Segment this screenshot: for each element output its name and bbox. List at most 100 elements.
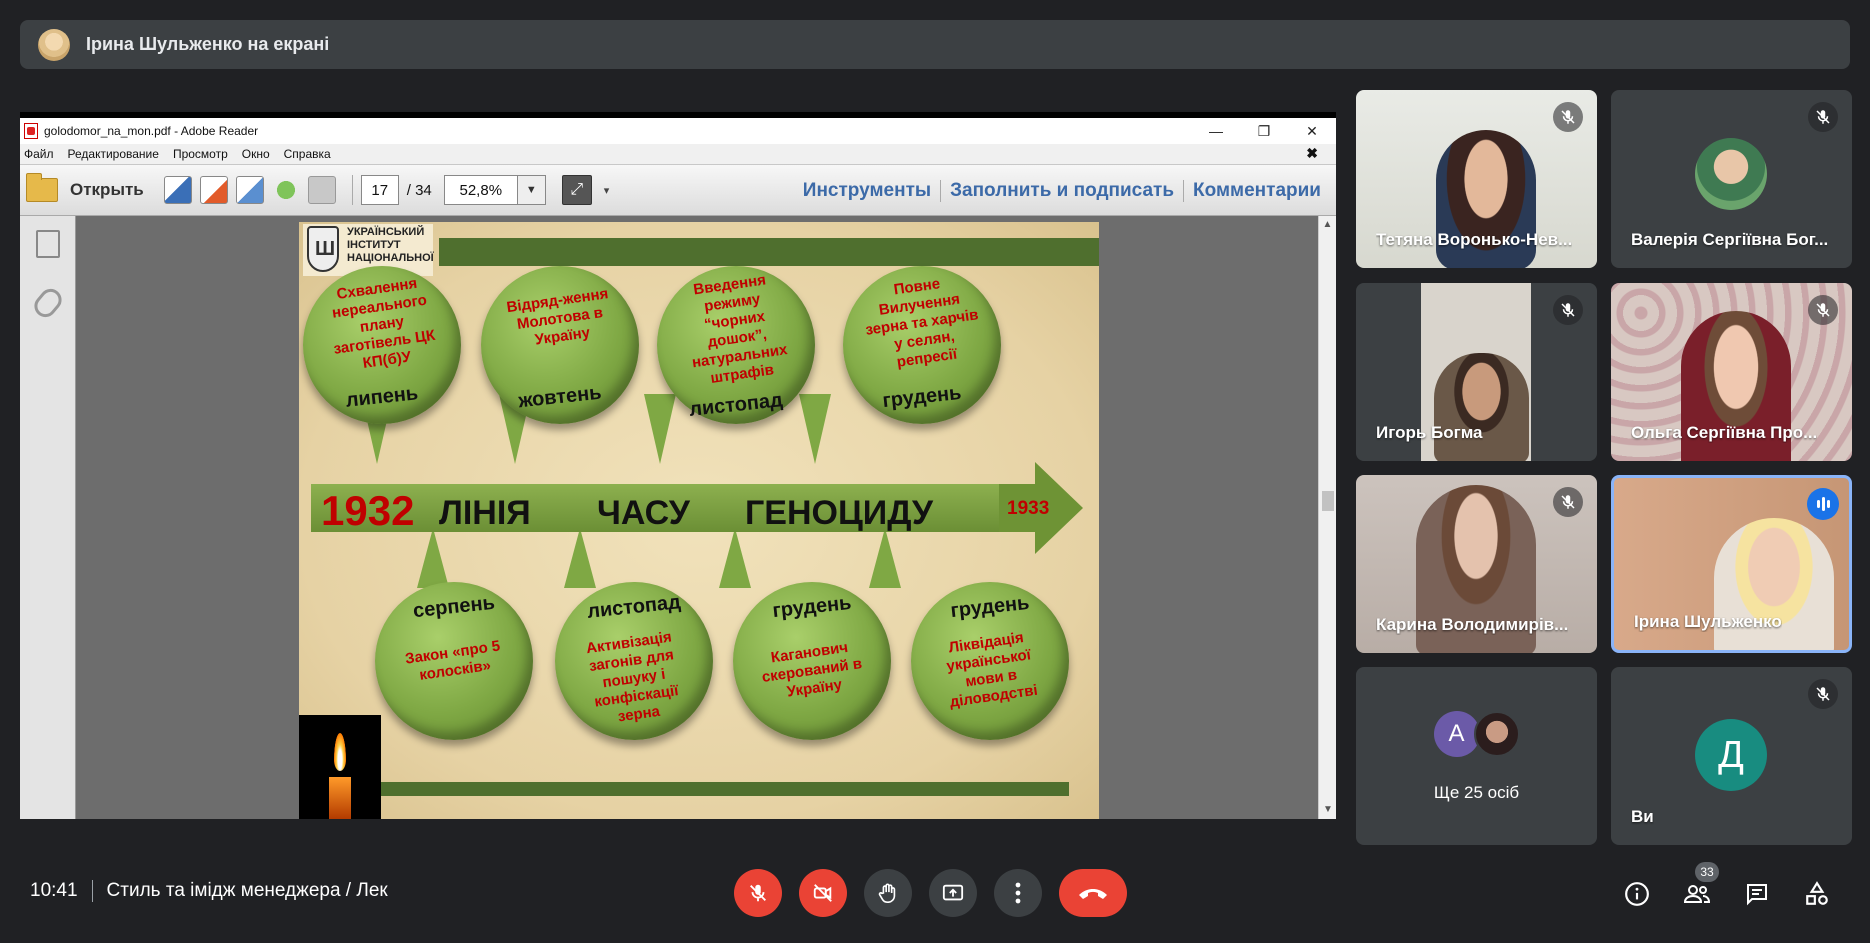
event-text: Активізація загонів для пошуку і конфіск… [585,628,680,726]
open-label: Открыть [70,180,144,199]
toolbar-more-icon[interactable]: ▾ [604,184,610,197]
participant-name: Ви [1631,807,1654,826]
scroll-thumb[interactable] [1322,491,1334,511]
open-button[interactable]: Открыть [26,173,144,202]
window-titlebar: golodomor_na_mon.pdf - Adobe Reader — ❐ … [20,118,1336,144]
event-bubble: серпень Закон «про 5 колосків» [375,582,533,740]
raise-hand-button[interactable] [864,869,912,917]
mic-off-icon [1553,487,1583,517]
more-options-button[interactable] [994,869,1042,917]
event-text: Закон «про 5 колосків» [404,637,502,684]
chat-icon [1747,884,1767,906]
menu-window[interactable]: Окно [242,147,270,161]
tools-link[interactable]: Инструменты [794,180,940,202]
more-participants-label: Ще 25 осіб [1433,783,1520,802]
people-icon [1683,885,1711,903]
comments-link[interactable]: Комментарии [1183,180,1330,202]
event-bubble: Повне Вилучення зерна та харчів у селян,… [843,266,1001,424]
event-bubble: грудень Ліквідація української мови в ді… [911,582,1069,740]
fill-sign-link[interactable]: Заполнить и подписать [940,180,1183,202]
trident-emblem-icon [307,226,339,272]
event-text: Схвалення нереального плану заготівель Ц… [330,274,437,372]
minimize-icon[interactable]: — [1192,118,1240,144]
people-button[interactable]: 33 [1677,862,1719,914]
presenting-label: Ірина Шульженко на екрані [86,34,330,54]
chat-button[interactable] [1737,874,1777,914]
event-month: липень [344,382,420,412]
close-doc-icon[interactable]: ✖ [1306,145,1318,162]
participant-tile[interactable]: Карина Володимирів... [1356,475,1597,653]
presenting-banner: Ірина Шульженко на екрані [20,20,1850,69]
present-screen-button[interactable] [929,869,977,917]
camera-toggle-button[interactable] [799,869,847,917]
event-text: Повне Вилучення зерна та харчів у селян,… [864,275,980,371]
meeting-title: Стиль та імідж менеджера / Лек [106,880,388,901]
camera-off-icon [813,884,832,902]
page-number-input[interactable]: 17 [360,175,399,205]
pages-panel-icon[interactable] [35,230,60,258]
participant-name: Карина Володимирів... [1376,615,1569,634]
zoom-input[interactable]: 52,8% [443,175,518,205]
restore-icon[interactable]: ❐ [1240,118,1288,144]
toolbar-separator [351,175,353,205]
year-end: 1933 [1007,498,1050,519]
event-text: Введення режиму “чорних дошок”, натураль… [690,271,789,387]
info-icon [1625,882,1649,906]
timeline-word: ЧАСУ [597,494,690,532]
hand-icon [878,883,896,903]
pointer-stem [644,394,676,464]
pdf-file-icon [24,123,38,139]
save-icon[interactable] [307,176,336,204]
mic-off-icon [750,884,766,902]
event-month: серпень [411,591,496,623]
mic-off-icon [1553,102,1583,132]
event-text: Ліквідація української мови в діловодств… [945,629,1039,711]
pointer-stem [719,528,751,588]
participant-video [1714,518,1834,650]
menu-view[interactable]: Просмотр [173,147,228,161]
vertical-scrollbar[interactable]: ▲ ▼ [1318,216,1336,819]
participant-tile[interactable]: Игорь Богма [1356,283,1597,461]
participant-tile[interactable]: Валерія Сергіївна Бог... [1611,90,1852,268]
zoom-dropdown-icon[interactable]: ▼ [517,175,546,205]
leave-call-button[interactable] [1059,869,1127,917]
upload-cloud-icon[interactable] [271,176,300,204]
event-month: листопад [586,591,682,623]
menu-help[interactable]: Справка [284,147,331,161]
scroll-up-icon[interactable]: ▲ [1319,216,1336,234]
meeting-details-button[interactable] [1617,874,1657,914]
event-month: грудень [881,381,963,413]
attachments-icon[interactable] [29,284,66,322]
page-total: / 34 [406,181,432,199]
document-area: УКРАЇНСЬКИЙ ІНСТИТУТ НАЦІОНАЛЬНОЇ 1932 Л… [20,216,1336,819]
participant-tile[interactable]: Тетяна Воронько-Нев... [1356,90,1597,268]
event-text: Відряд-ження Молотова в Україну [505,285,610,349]
participant-count-badge: 33 [1695,862,1719,882]
event-month: грудень [949,591,1031,623]
candle-image [299,715,381,819]
self-tile[interactable]: Д Ви [1611,667,1852,845]
navigation-pane [20,216,76,819]
mic-off-icon [1553,295,1583,325]
activities-button[interactable] [1797,874,1837,914]
export-pdf-icon[interactable] [199,176,228,204]
more-participants-tile[interactable]: А Ще 25 осіб [1356,667,1597,845]
mic-toggle-button[interactable] [734,869,782,917]
pointer-stem [564,528,596,588]
scroll-down-icon[interactable]: ▼ [1319,801,1337,819]
participant-name: Тетяна Воронько-Нев... [1376,230,1573,249]
more-vert-icon [1015,882,1021,904]
edit-pdf-icon[interactable] [235,176,264,204]
mic-off-icon [1808,295,1838,325]
divider [91,880,93,902]
create-pdf-icon[interactable] [163,176,192,204]
self-avatar: Д [1695,719,1767,791]
participant-tile[interactable]: Ольга Сергіївна Про... [1611,283,1852,461]
menu-edit[interactable]: Редактирование [68,147,159,161]
participant-name: Ірина Шульженко [1634,612,1782,631]
candle-flame-icon [334,733,346,771]
fit-page-icon[interactable]: ⤢ [561,175,592,205]
participant-tile-active-speaker[interactable]: Ірина Шульженко [1611,475,1852,653]
close-icon[interactable]: ✕ [1288,118,1336,144]
menu-file[interactable]: Файл [24,147,54,161]
